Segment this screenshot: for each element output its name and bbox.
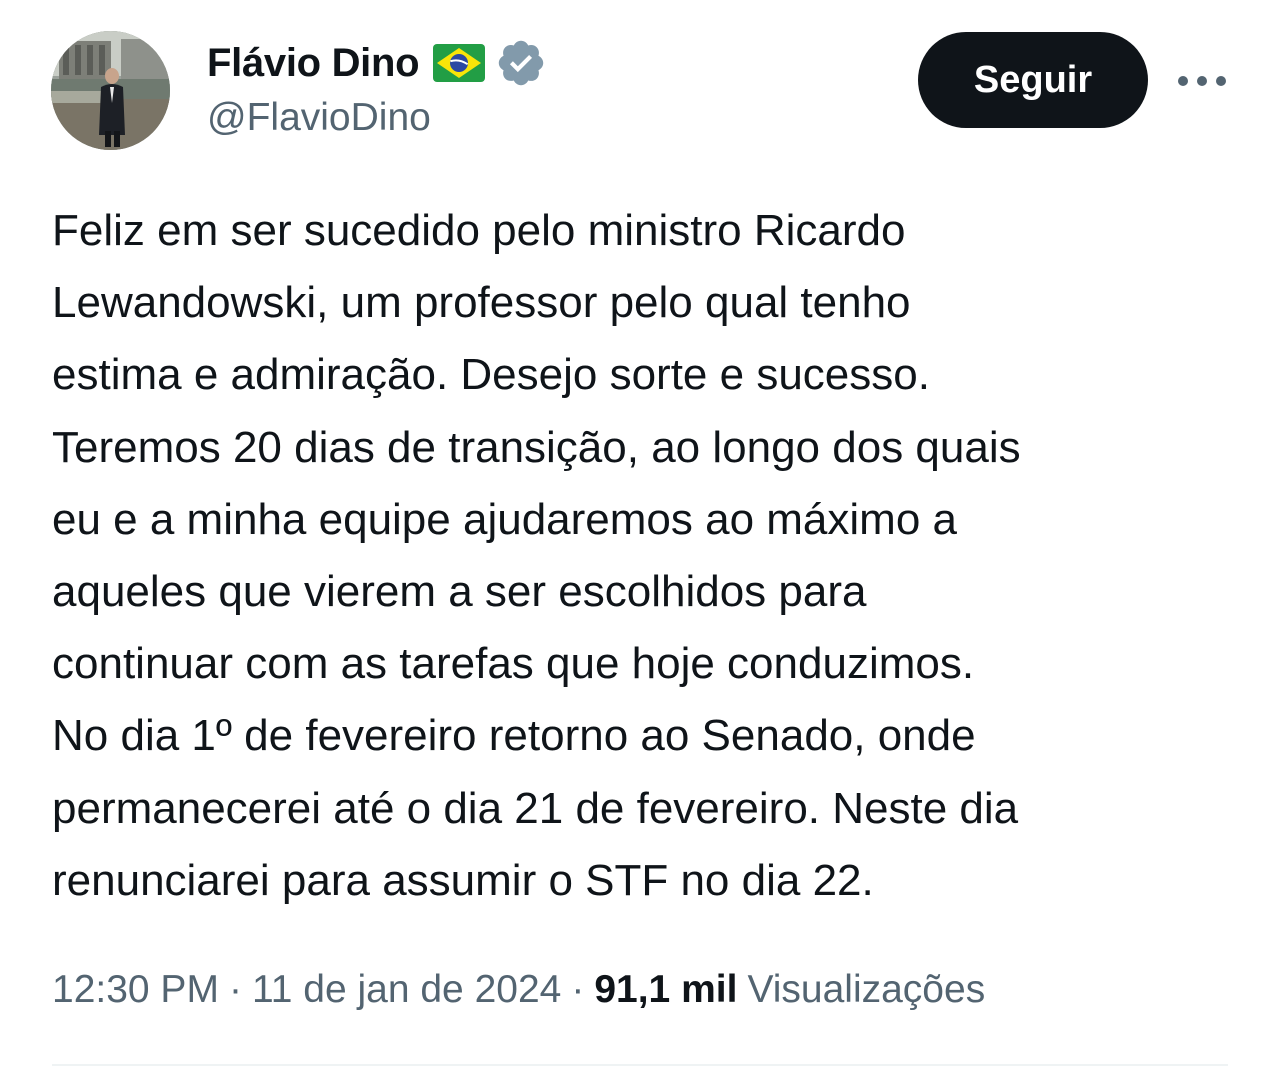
tweet-text-line: eu e a minha equipe ajudaremos ao máximo…: [52, 494, 957, 544]
tweet-text-line: Lewandowski, um professor pelo qual tenh…: [52, 278, 911, 328]
views-label[interactable]: Visualizações: [747, 968, 985, 1012]
views-count[interactable]: 91,1 mil: [594, 968, 737, 1012]
tweet-date[interactable]: 11 de jan de 2024: [252, 968, 561, 1012]
verified-badge-icon[interactable]: [495, 37, 547, 89]
tweet-text-line: permanecerei até o dia 21 de fevereiro. …: [52, 783, 1019, 833]
follow-button[interactable]: Seguir: [918, 32, 1148, 128]
avatar-photo: [51, 31, 170, 150]
meta-separator: ·: [228, 968, 242, 1011]
tweet-text-line: aqueles que vierem a ser escolhidos para: [52, 567, 867, 617]
display-name[interactable]: Flávio Dino: [207, 41, 420, 86]
tweet-text: Feliz em ser sucedido pelo ministro Rica…: [52, 195, 1252, 917]
tweet-text-line: estima e admiração. Desejo sorte e suces…: [52, 350, 930, 400]
meta-separator: ·: [571, 968, 585, 1011]
tweet-text-line: continuar com as tarefas que hoje conduz…: [52, 639, 975, 689]
tweet-text-line: Teremos 20 dias de transição, ao longo d…: [52, 422, 1021, 472]
brazil-flag-icon: [433, 44, 486, 82]
author-name-row: Flávio Dino: [207, 38, 547, 88]
divider: [52, 1064, 1228, 1066]
tweet-card: Flávio Dino @FlavioDino Seguir Feliz em …: [0, 0, 1280, 1074]
more-options-icon: [1178, 76, 1226, 86]
tweet-text-line: renunciarei para assumir o STF no dia 22…: [52, 855, 874, 905]
tweet-time[interactable]: 12:30 PM: [52, 968, 219, 1012]
avatar[interactable]: [51, 31, 170, 150]
tweet-meta: 12:30 PM · 11 de jan de 2024 · 91,1 mil …: [52, 962, 985, 1018]
author-handle[interactable]: @FlavioDino: [207, 96, 431, 140]
more-options-button[interactable]: [1172, 60, 1232, 102]
tweet-text-line: No dia 1º de fevereiro retorno ao Senado…: [52, 711, 976, 761]
tweet-text-line: Feliz em ser sucedido pelo ministro Rica…: [52, 206, 906, 255]
